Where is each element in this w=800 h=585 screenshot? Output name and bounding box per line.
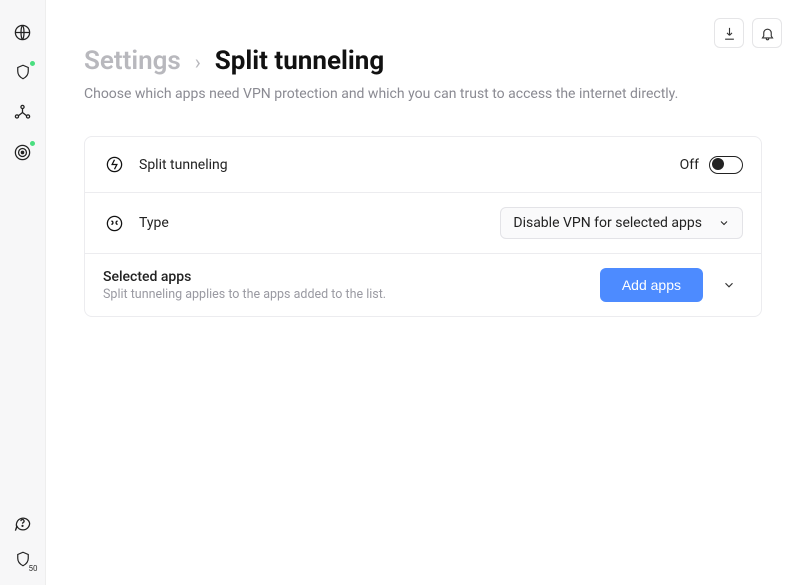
sidebar-shield-icon[interactable] bbox=[13, 62, 33, 82]
split-tunneling-toggle[interactable] bbox=[709, 156, 743, 174]
shield-badge-count: 50 bbox=[29, 564, 38, 573]
sidebar-data-shield-icon[interactable]: 50 bbox=[13, 549, 33, 569]
sidebar: 50 bbox=[0, 0, 46, 585]
expand-selected-apps-button[interactable] bbox=[715, 271, 743, 299]
chevron-down-icon bbox=[718, 217, 730, 229]
type-select-value: Disable VPN for selected apps bbox=[513, 215, 702, 231]
type-icon bbox=[103, 214, 125, 233]
status-dot-icon bbox=[29, 60, 36, 67]
sidebar-help-icon[interactable] bbox=[13, 513, 33, 533]
toggle-state-label: Off bbox=[680, 157, 699, 173]
breadcrumb: Settings › Split tunneling bbox=[84, 46, 762, 76]
page-subtitle: Choose which apps need VPN protection an… bbox=[84, 86, 762, 102]
add-apps-button[interactable]: Add apps bbox=[600, 268, 703, 302]
sidebar-radar-icon[interactable] bbox=[13, 142, 33, 162]
sidebar-globe-icon[interactable] bbox=[13, 22, 33, 42]
row-label-type: Type bbox=[139, 215, 169, 231]
main-content: Settings › Split tunneling Choose which … bbox=[46, 0, 800, 585]
row-split-tunneling: Split tunneling Off bbox=[85, 137, 761, 193]
notifications-button[interactable] bbox=[752, 18, 782, 48]
split-tunnel-icon bbox=[103, 155, 125, 174]
selected-apps-subtitle: Split tunneling applies to the apps adde… bbox=[103, 287, 386, 302]
top-right-actions bbox=[714, 18, 782, 48]
row-selected-apps: Selected apps Split tunneling applies to… bbox=[85, 254, 761, 316]
toggle-knob bbox=[712, 158, 724, 170]
breadcrumb-parent[interactable]: Settings bbox=[84, 46, 181, 76]
status-dot-icon bbox=[29, 140, 36, 147]
download-button[interactable] bbox=[714, 18, 744, 48]
row-label-split-tunneling: Split tunneling bbox=[139, 157, 228, 173]
row-type: Type Disable VPN for selected apps bbox=[85, 193, 761, 254]
type-select[interactable]: Disable VPN for selected apps bbox=[500, 207, 743, 239]
chevron-right-icon: › bbox=[195, 50, 201, 74]
sidebar-bottom: 50 bbox=[13, 513, 33, 569]
selected-apps-title: Selected apps bbox=[103, 269, 386, 285]
sidebar-nodes-icon[interactable] bbox=[13, 102, 33, 122]
settings-card: Split tunneling Off Type Disable VPN for… bbox=[84, 136, 762, 317]
chevron-down-icon bbox=[722, 278, 736, 292]
breadcrumb-current: Split tunneling bbox=[215, 46, 384, 76]
